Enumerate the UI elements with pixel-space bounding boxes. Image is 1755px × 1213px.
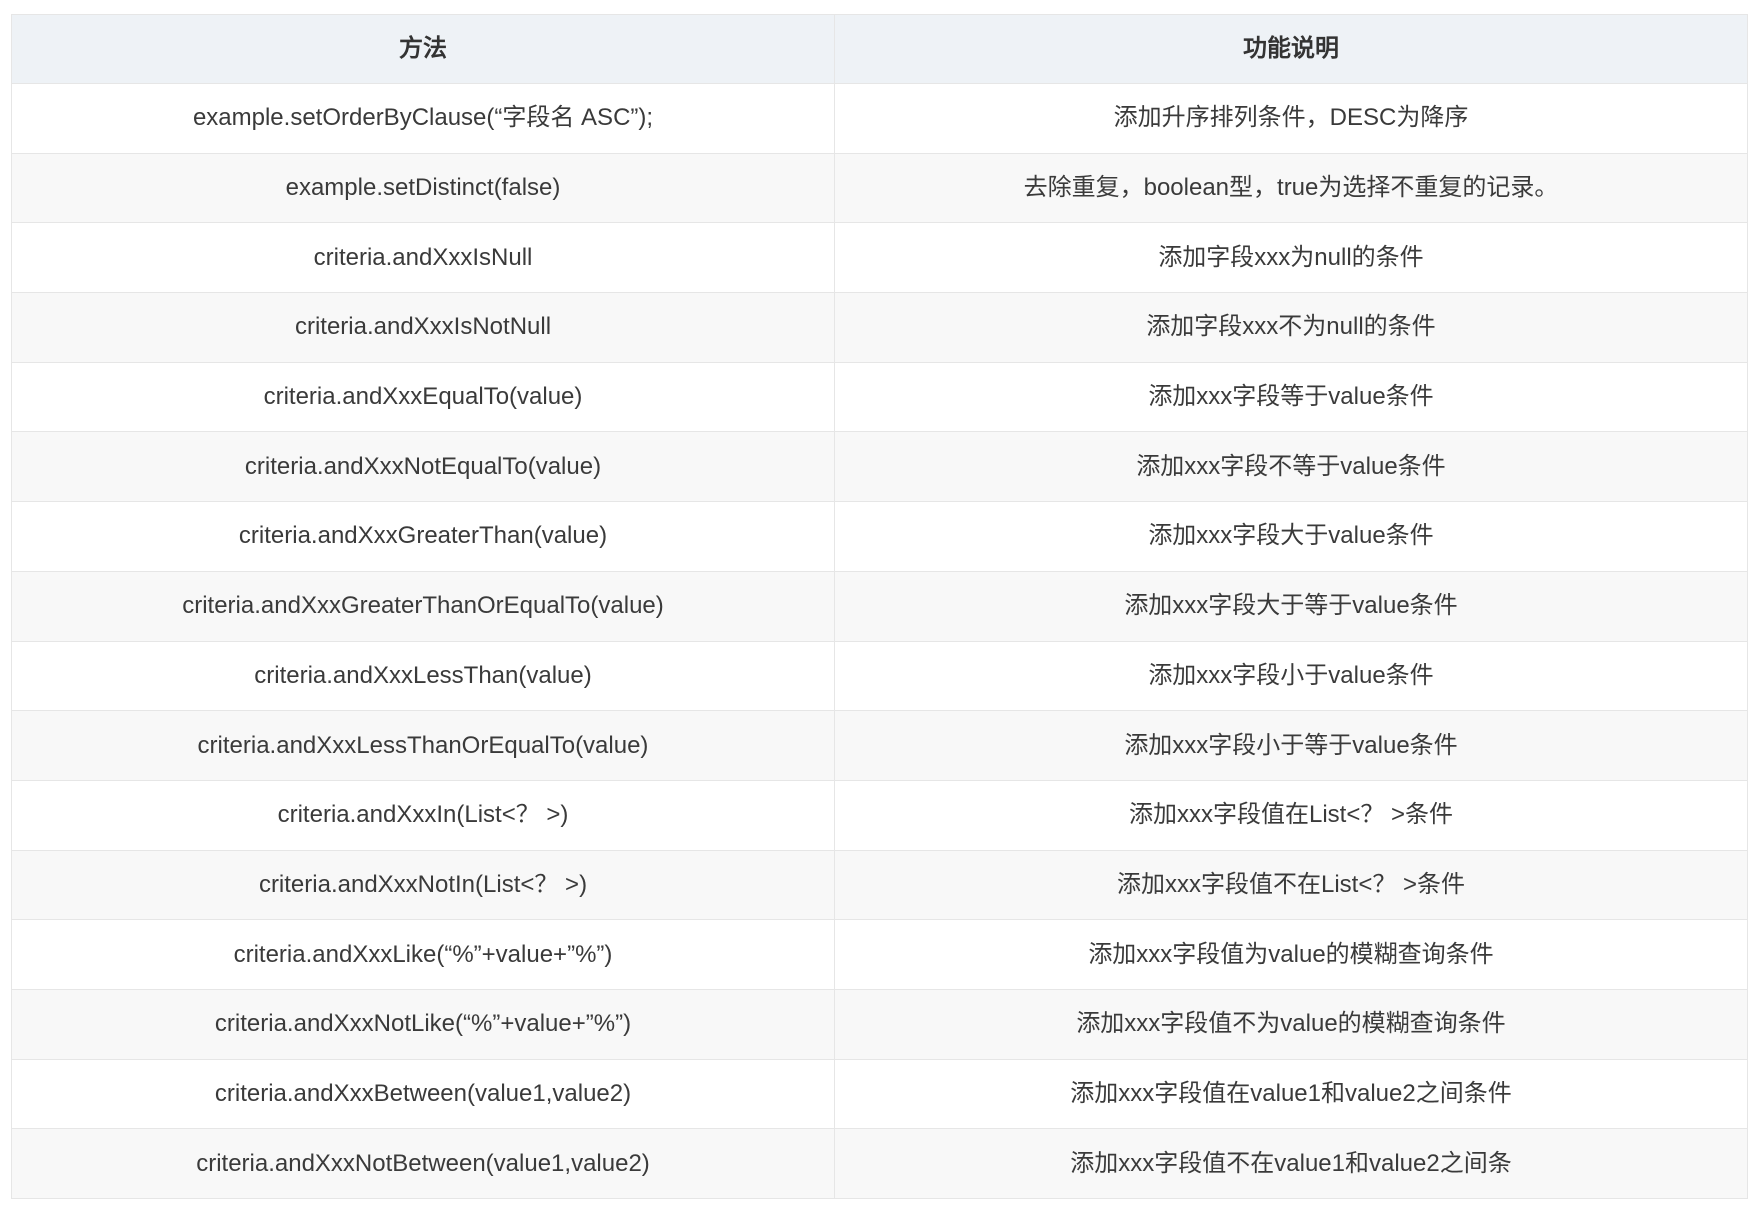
table-row: criteria.andXxxGreaterThan(value) 添加xxx字…: [11, 501, 1748, 572]
method-cell: example.setOrderByClause(“字段名 ASC”);: [11, 83, 835, 154]
table-row: criteria.andXxxIn(List<？ >) 添加xxx字段值在Lis…: [11, 779, 1748, 851]
description-cell: 添加xxx字段值不在value1和value2之间条: [834, 1128, 1748, 1199]
method-cell: criteria.andXxxIn(List<？ >): [11, 779, 835, 851]
description-cell: 添加xxx字段小于value条件: [834, 640, 1748, 712]
method-cell: criteria.andXxxLessThan(value): [11, 640, 835, 712]
description-cell: 添加xxx字段值在List<？ >条件: [834, 779, 1748, 851]
description-cell: 添加xxx字段值不在List<？ >条件: [834, 849, 1748, 921]
method-cell: criteria.andXxxLessThanOrEqualTo(value): [11, 710, 835, 781]
method-cell: example.setDistinct(false): [11, 152, 835, 224]
table-header-row: 方法 功能说明: [11, 14, 1748, 84]
description-cell: 添加xxx字段等于value条件: [834, 361, 1748, 433]
description-cell: 添加xxx字段不等于value条件: [834, 431, 1748, 503]
table-row: example.setDistinct(false) 去除重复，boolean型…: [11, 152, 1748, 224]
description-cell: 添加xxx字段大于等于value条件: [834, 570, 1748, 642]
table-row: criteria.andXxxGreaterThanOrEqualTo(valu…: [11, 570, 1748, 642]
method-cell: criteria.andXxxEqualTo(value): [11, 361, 835, 433]
method-cell: criteria.andXxxLike(“%”+value+”%”): [11, 919, 835, 990]
table-row: criteria.andXxxEqualTo(value) 添加xxx字段等于v…: [11, 361, 1748, 433]
description-cell: 去除重复，boolean型，true为选择不重复的记录。: [834, 152, 1748, 224]
method-cell: criteria.andXxxGreaterThan(value): [11, 501, 835, 572]
header-method: 方法: [11, 14, 835, 84]
table-row: criteria.andXxxNotBetween(value1,value2)…: [11, 1128, 1748, 1199]
method-cell: criteria.andXxxIsNotNull: [11, 292, 835, 363]
method-table: 方法 功能说明 example.setOrderByClause(“字段名 AS…: [11, 14, 1748, 1199]
table-row: criteria.andXxxNotIn(List<？ >) 添加xxx字段值不…: [11, 849, 1748, 921]
method-cell: criteria.andXxxGreaterThanOrEqualTo(valu…: [11, 570, 835, 642]
method-cell: criteria.andXxxNotBetween(value1,value2): [11, 1128, 835, 1199]
method-cell: criteria.andXxxBetween(value1,value2): [11, 1058, 835, 1130]
description-cell: 添加升序排列条件，DESC为降序: [834, 83, 1748, 154]
description-cell: 添加字段xxx为null的条件: [834, 222, 1748, 294]
table-row: example.setOrderByClause(“字段名 ASC”); 添加升…: [11, 83, 1748, 154]
table-row: criteria.andXxxIsNull 添加字段xxx为null的条件: [11, 222, 1748, 294]
table-row: criteria.andXxxLessThan(value) 添加xxx字段小于…: [11, 640, 1748, 712]
description-cell: 添加xxx字段值为value的模糊查询条件: [834, 919, 1748, 990]
table-row: criteria.andXxxNotEqualTo(value) 添加xxx字段…: [11, 431, 1748, 503]
method-cell: criteria.andXxxNotIn(List<？ >): [11, 849, 835, 921]
description-cell: 添加字段xxx不为null的条件: [834, 292, 1748, 363]
table-row: criteria.andXxxLessThanOrEqualTo(value) …: [11, 710, 1748, 781]
method-cell: criteria.andXxxNotLike(“%”+value+”%”): [11, 988, 835, 1060]
header-description: 功能说明: [834, 14, 1748, 84]
method-cell: criteria.andXxxIsNull: [11, 222, 835, 294]
table-row: criteria.andXxxIsNotNull 添加字段xxx不为null的条…: [11, 292, 1748, 363]
table-row: criteria.andXxxLike(“%”+value+”%”) 添加xxx…: [11, 919, 1748, 990]
method-cell: criteria.andXxxNotEqualTo(value): [11, 431, 835, 503]
table-row: criteria.andXxxNotLike(“%”+value+”%”) 添加…: [11, 988, 1748, 1060]
table-body: example.setOrderByClause(“字段名 ASC”); 添加升…: [11, 83, 1748, 1199]
table-row: criteria.andXxxBetween(value1,value2) 添加…: [11, 1058, 1748, 1130]
description-cell: 添加xxx字段值不为value的模糊查询条件: [834, 988, 1748, 1060]
description-cell: 添加xxx字段小于等于value条件: [834, 710, 1748, 781]
description-cell: 添加xxx字段值在value1和value2之间条件: [834, 1058, 1748, 1130]
description-cell: 添加xxx字段大于value条件: [834, 501, 1748, 572]
method-table-container: 方法 功能说明 example.setOrderByClause(“字段名 AS…: [11, 14, 1748, 1199]
